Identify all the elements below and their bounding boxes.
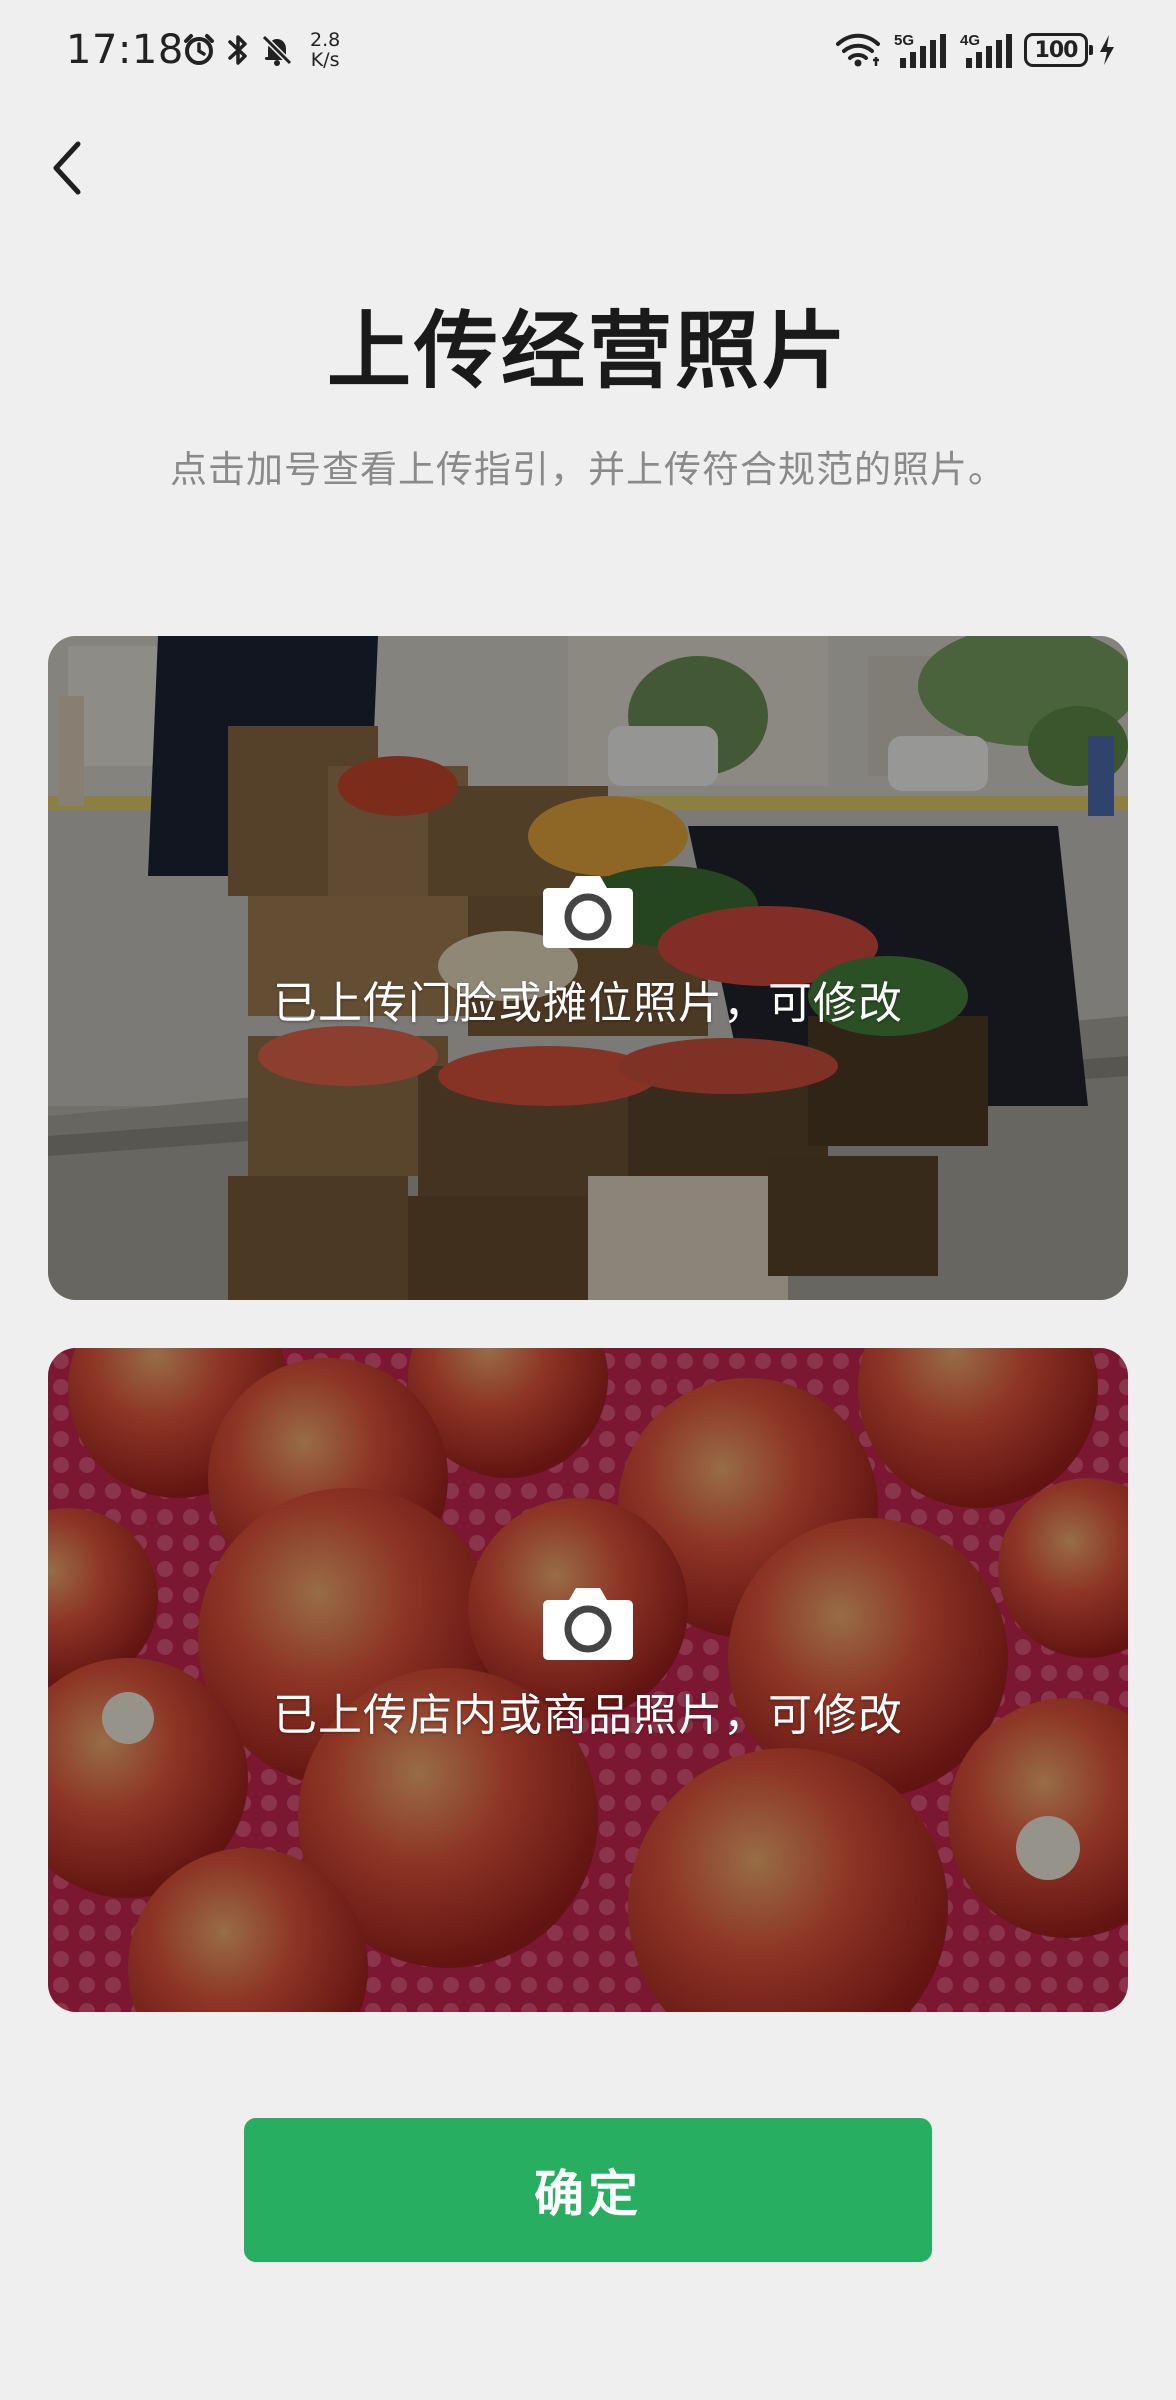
battery-icon: 100 <box>1024 33 1093 67</box>
signal-4g-icon: 4G <box>960 32 1012 68</box>
status-icons-left: 2.8 K/s <box>182 28 340 72</box>
mute-bell-icon <box>261 34 293 66</box>
page-subtitle: 点击加号查看上传指引，并上传符合规范的照片。 <box>170 448 1006 491</box>
camera-icon <box>543 876 633 948</box>
battery-level: 100 <box>1034 37 1079 63</box>
bluetooth-icon <box>228 35 247 65</box>
status-icons-right: 5G 4G 100 <box>834 26 1116 74</box>
signal-5g-label: 5G <box>894 32 914 49</box>
storefront-card-content: 已上传门脸或摊位照片，可修改 <box>48 636 1128 1300</box>
alarm-icon <box>184 34 214 65</box>
interior-card-label: 已上传店内或商品照片，可修改 <box>273 1690 903 1741</box>
back-button[interactable] <box>36 128 100 208</box>
camera-icon <box>543 1588 633 1660</box>
network-speed: 2.8 K/s <box>310 30 340 70</box>
wifi-icon <box>836 33 880 67</box>
chevron-left-icon <box>53 141 81 195</box>
storefront-photo-card[interactable]: 已上传门脸或摊位照片，可修改 <box>48 636 1128 1300</box>
charging-icon <box>1100 35 1114 65</box>
interior-card-content: 已上传店内或商品照片，可修改 <box>48 1348 1128 2012</box>
confirm-button[interactable]: 确定 <box>244 2118 932 2262</box>
network-speed-value: 2.8 <box>310 29 341 51</box>
storefront-card-label: 已上传门脸或摊位照片，可修改 <box>273 978 903 1029</box>
interior-photo-card[interactable]: 已上传店内或商品照片，可修改 <box>48 1348 1128 2012</box>
network-speed-unit: K/s <box>310 49 340 71</box>
status-bar: 17:18 2.8 K/s 5G 4G 100 <box>0 0 1176 100</box>
status-time: 17:18 <box>66 27 184 73</box>
page-title: 上传经营照片 <box>326 302 849 400</box>
signal-5g-icon: 5G <box>894 32 946 68</box>
signal-4g-label: 4G <box>960 32 980 49</box>
